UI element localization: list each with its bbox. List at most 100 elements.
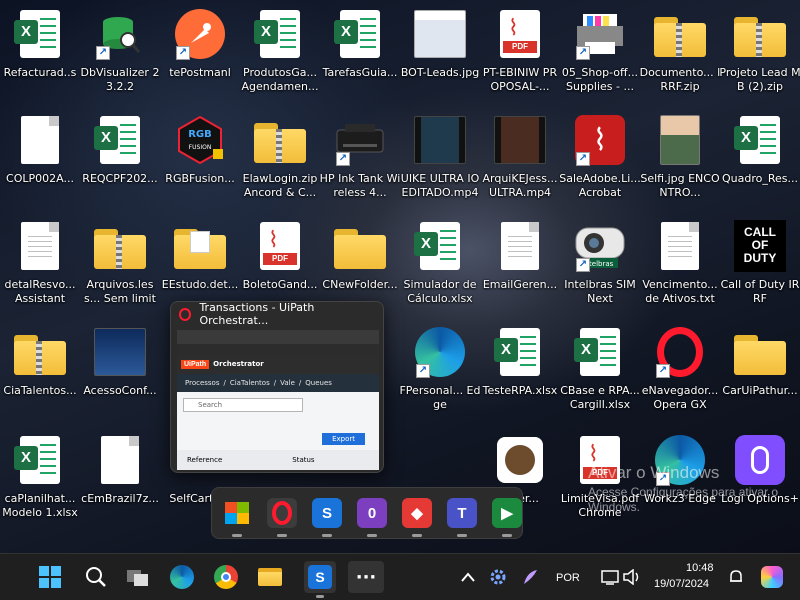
browser-address-bar <box>177 344 379 354</box>
desktop-icon-email[interactable]: EmailGeren... <box>480 220 560 320</box>
desktop-icon-elawlogin[interactable]: ElawLogin.zip Ancord & C... <box>240 114 320 214</box>
breadcrumb-separator: / <box>223 379 226 387</box>
desktop-icon-intelbras[interactable]: intelbras ↗ Intelbras SIM Next <box>560 220 640 320</box>
icon-label: SaleAdobe.Li... Acrobat <box>559 172 641 199</box>
window-preview[interactable]: Transactions - UiPath Orchestrat... UiPa… <box>170 301 384 473</box>
desktop-icon-video-arqui[interactable]: ArquiKEJess... ULTRA.mp4 <box>480 114 560 214</box>
breadcrumb: Processos / CiaTalentos / Vale / Queues <box>177 374 379 392</box>
uipath-studio-icon[interactable]: S <box>312 498 342 537</box>
desktop-icon-detalres[interactable]: detalResvo... Assistant <box>0 220 80 320</box>
desktop-icon-acesso[interactable]: AcessoConf... <box>80 326 160 426</box>
desktop-icon-reqcpf[interactable]: X REQCPF202... <box>80 114 160 214</box>
search-input: Search <box>183 398 303 412</box>
desktop-icon-selfi[interactable]: Selfi.jpg ENCONTRO... <box>640 114 720 214</box>
edge-icon[interactable] <box>166 561 198 593</box>
gear-tray-icon[interactable] <box>482 561 514 593</box>
icon-label: Projeto Lead MB (2).zip <box>719 66 800 93</box>
desktop-icon-testerpa[interactable]: X TesteRPA.xlsx <box>480 326 560 426</box>
desktop-icon-opera-gx[interactable]: ↗ eNavegador... Opera GX <box>640 326 720 426</box>
watermark-subtitle: Acesse Configurações para ativar o Windo… <box>588 485 779 514</box>
icon-label: Simulador de Cálculo.xlsx <box>403 278 477 305</box>
desktop-icon-embrazil[interactable]: cEmBrazil7z... <box>80 434 160 534</box>
icon-label: BoletoGand... <box>242 278 318 291</box>
feather-tray-icon[interactable] <box>514 561 546 593</box>
microsoft-store-icon[interactable] <box>222 498 252 537</box>
volume-icon[interactable] <box>616 561 648 593</box>
svg-text:RGB: RGB <box>188 129 212 140</box>
image-thumbnail-icon <box>94 326 146 378</box>
desktop-icon-bot-leads[interactable]: BOT-Leads.jpg <box>400 8 480 108</box>
icon-label: RGBFusion... <box>165 172 235 185</box>
desktop-icon-vencimento[interactable]: Vencimento... de Ativos.txt <box>640 220 720 320</box>
taskbar-group-flyout: S 0 ◆ T ▶ <box>211 487 523 539</box>
language-indicator[interactable]: POR <box>556 572 580 584</box>
text-document-icon <box>494 220 546 272</box>
text-document-icon <box>14 220 66 272</box>
excel-icon: X <box>574 326 626 378</box>
desktop-icon-video-uike[interactable]: UIKE ULTRA IO EDITADO.mp4 <box>400 114 480 214</box>
more-apps-icon[interactable]: ··· <box>348 561 384 593</box>
clock-time[interactable]: 10:48 <box>686 562 714 574</box>
desktop-icon-simulador[interactable]: X Simulador de Cálculo.xlsx <box>400 220 480 320</box>
desktop-icon-edge-personal[interactable]: ↗ FPersonal... Edge <box>399 326 481 426</box>
notification-bell-icon[interactable] <box>720 561 752 593</box>
icon-label: ProdutosGa... Agendamen... <box>241 66 319 93</box>
shortcut-arrow-icon: ↗ <box>336 152 350 166</box>
anydesk-icon[interactable]: ◆ <box>402 498 432 537</box>
document-icon <box>14 114 66 166</box>
uipath-studio-icon[interactable]: S <box>304 561 336 598</box>
file-explorer-icon[interactable] <box>254 561 286 593</box>
desktop-icon-call-of-duty[interactable]: CALL OF DUTY Call of Duty IRRF <box>720 220 800 320</box>
shortcut-arrow-icon: ↗ <box>576 152 590 166</box>
opera-gx-icon: ↗ <box>654 326 706 378</box>
search-icon[interactable] <box>80 561 112 593</box>
icon-label: CiaTalentos... <box>3 384 77 397</box>
icon-label: COLP002A... <box>6 172 74 185</box>
task-view-icon[interactable] <box>122 561 154 593</box>
icon-label: detalResvo... Assistant <box>4 278 76 305</box>
copilot-icon[interactable] <box>756 561 788 593</box>
desktop-icon-colp[interactable]: COLP002A... <box>0 114 80 214</box>
teams-icon[interactable]: T <box>447 498 477 537</box>
dbvisualizer-icon: ↗ <box>94 8 146 60</box>
icon-label: DbVisualizer 23.2.2 <box>80 66 160 93</box>
desktop-icon-uipath-folder[interactable]: CarUiPathur... <box>720 326 800 426</box>
desktop-icon-dbvisualizer[interactable]: ↗ DbVisualizer 23.2.2 <box>80 8 160 108</box>
opera-gx-icon[interactable] <box>267 498 297 537</box>
desktop-icon-rgbfusion[interactable]: RGB FUSION RGBFusion... <box>160 114 240 214</box>
icon-label: EmailGeren... <box>482 278 558 291</box>
orchestrator-label: Orchestrator <box>213 360 264 368</box>
desktop-icon-planilha[interactable]: X caPlanilhat... Modelo 1.xlsx <box>0 434 80 534</box>
desktop-icon-documento-zip[interactable]: Documento... IRRF.zip <box>640 8 720 108</box>
chrome-icon[interactable] <box>210 561 242 593</box>
excel-icon: X <box>14 434 66 486</box>
desktop-icon-arquivos-zip[interactable]: Arquivos.less... Sem limite... <box>80 220 160 320</box>
desktop-icon-excel[interactable]: X Refacturad..s <box>0 8 80 108</box>
desktop-icon-postman[interactable]: ↗ tePostmanl <box>160 8 240 108</box>
activation-watermark: Ativar o Windows Acesse Configurações pa… <box>588 463 800 515</box>
desktop-icon-produtos[interactable]: X ProdutosGa... Agendamen... <box>240 8 320 108</box>
desktop-icon-pdf-proposal[interactable]: ⌇ PDF PT-EBINIW PROPOSAL-... <box>480 8 560 108</box>
desktop-icon-tarefas[interactable]: X TarefasGuia... <box>320 8 400 108</box>
desktop-icon-quadro[interactable]: X Quadro_Res... <box>720 114 800 214</box>
excel-icon: X <box>94 114 146 166</box>
clock-date[interactable]: 19/07/2024 <box>654 578 709 590</box>
opera-icon <box>179 307 192 321</box>
desktop-icon-acrobat[interactable]: ⌇ ↗ SaleAdobe.Li... Acrobat <box>559 114 641 214</box>
chevron-up-icon[interactable] <box>452 561 484 593</box>
video-thumbnail-icon <box>494 114 546 166</box>
desktop-icon-ciatalentos[interactable]: CiaTalentos... <box>0 326 80 426</box>
run-app-icon[interactable]: ▶ <box>492 498 522 537</box>
video-thumbnail-icon <box>414 114 466 166</box>
postman-icon: ↗ <box>174 8 226 60</box>
desktop-icon-printer-shop[interactable]: ↗ 05_Shop-off... Supplies - ... <box>560 8 640 108</box>
uipath-assistant-icon[interactable]: 0 <box>357 498 387 537</box>
icon-label: Quadro_Res... <box>721 172 798 185</box>
excel-icon: X <box>334 8 386 60</box>
start-icon[interactable] <box>34 561 66 593</box>
icon-label: Vencimento... de Ativos.txt <box>642 278 718 305</box>
icon-label: Documento... IRRF.zip <box>639 66 721 93</box>
desktop-icon-hp-printer[interactable]: ↗ HP Ink Tank Wireless 4... <box>320 114 400 214</box>
desktop-icon-base-rpa[interactable]: X CBase e RPA... Cargill.xlsx <box>560 326 640 426</box>
desktop-icon-projeto-zip[interactable]: Projeto Lead MB (2).zip <box>719 8 800 108</box>
